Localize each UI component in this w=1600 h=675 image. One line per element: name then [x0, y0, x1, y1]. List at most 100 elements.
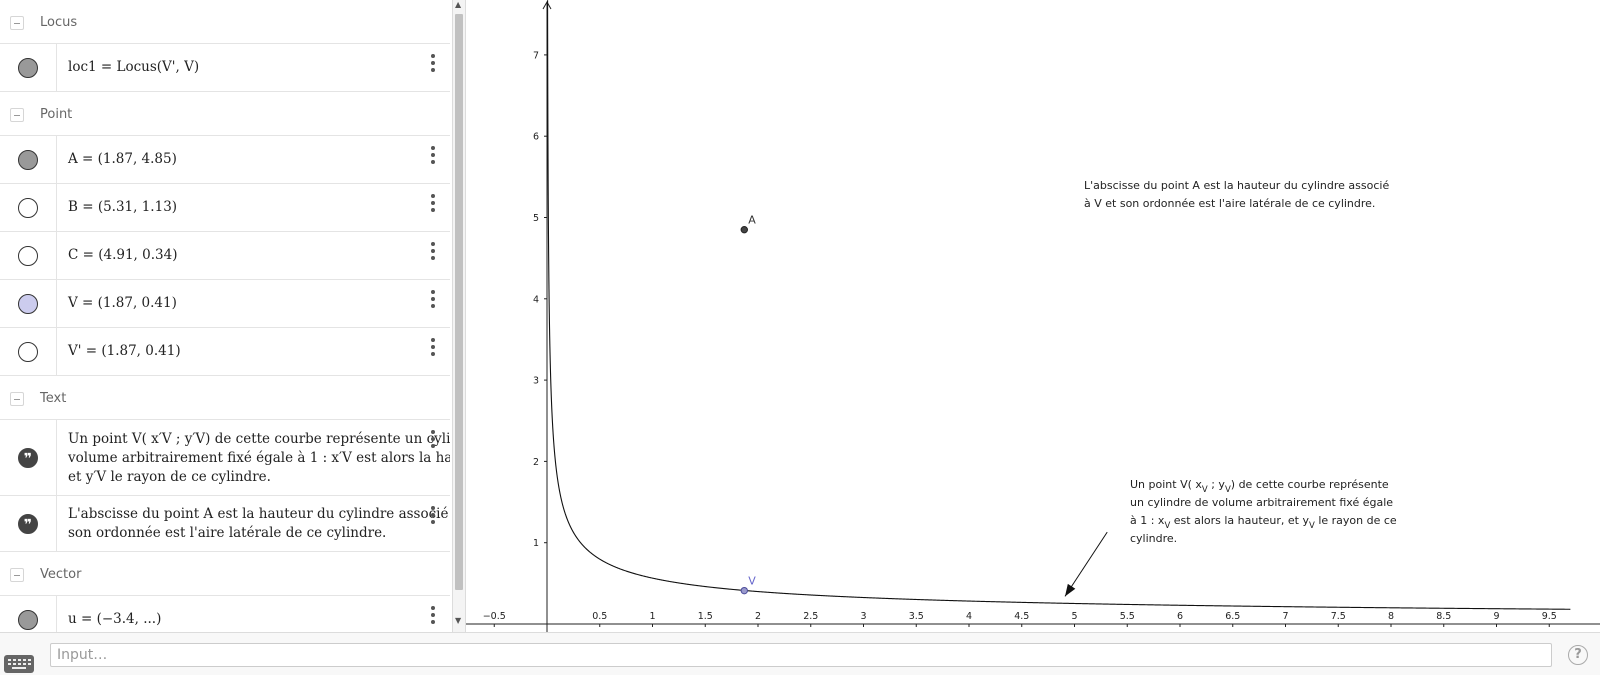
scroll-down-icon[interactable]: ▼	[455, 616, 461, 625]
x-tick-label: 1.5	[698, 611, 713, 622]
visibility-marble[interactable]	[18, 246, 38, 266]
algebra-item-content[interactable]: u = (−3.4, ...)	[68, 610, 161, 629]
more-options-icon[interactable]	[430, 54, 436, 75]
graphics-text-a-line[interactable]: à V et son ordonnée est l'aire latérale …	[1084, 197, 1375, 210]
scroll-thumb[interactable]	[455, 14, 463, 590]
y-tick-label: 4	[533, 294, 539, 305]
text-line: Un point V( x′V ; y′V) de cette courbe r…	[68, 430, 450, 447]
more-options-icon[interactable]	[430, 606, 436, 627]
x-tick-label: 1	[649, 611, 655, 622]
x-tick-label: 2	[755, 611, 761, 622]
marble-cell[interactable]	[0, 232, 57, 279]
algebra-item[interactable]: ❞ Un point V( x′V ; y′V) de cette courbe …	[0, 420, 450, 496]
keyboard-icon[interactable]	[4, 655, 34, 673]
group-header-text[interactable]: Text	[0, 376, 450, 420]
text-segment: ; y	[1208, 478, 1226, 491]
graphics-view[interactable]: −0.5 0.5 1 1.5 2 2.5 3 3.5 4 4.5 5 5.5 6 6.5 7 7.5 8 8.5 9…	[466, 0, 1600, 632]
more-options-icon[interactable]	[430, 430, 436, 451]
graphics-canvas[interactable]: −0.5 0.5 1 1.5 2 2.5 3 3.5 4 4.5 5 5.5 6 6.5 7 7.5 8 8.5 9…	[466, 0, 1600, 632]
algebra-item[interactable]: B = (5.31, 1.13)	[0, 184, 450, 232]
more-options-icon[interactable]	[430, 338, 436, 359]
visibility-marble[interactable]	[18, 294, 38, 314]
algebra-item-content[interactable]: V = (1.87, 0.41)	[68, 294, 177, 313]
graphics-text-b-line3[interactable]: à 1 : xV est alors la hauteur, et yV le …	[1130, 514, 1397, 531]
x-tick-label: 9	[1493, 611, 1499, 622]
x-tick-label: 7	[1282, 611, 1288, 622]
x-tick-label: 2.5	[803, 611, 818, 622]
collapse-icon[interactable]	[10, 108, 24, 122]
more-options-icon[interactable]	[430, 146, 436, 167]
visibility-marble[interactable]	[18, 150, 38, 170]
algebra-item-content[interactable]: B = (5.31, 1.13)	[68, 198, 177, 217]
algebra-item[interactable]: V = (1.87, 0.41)	[0, 280, 450, 328]
vector-arrowhead	[1065, 583, 1076, 597]
text-line: son ordonnée est l'aire latérale de ce c…	[68, 525, 387, 541]
group-header-vector[interactable]: Vector	[0, 552, 450, 596]
point-v[interactable]	[740, 586, 748, 595]
x-tick-label: 3.5	[909, 611, 924, 622]
x-tick-label: 6	[1177, 611, 1183, 622]
algebra-list: Locus loc1 = Locus(V', V) Point A = (1.87, …	[0, 0, 450, 632]
algebra-item-content[interactable]: loc1 = Locus(V', V)	[68, 58, 199, 77]
help-icon[interactable]: ?	[1568, 645, 1588, 665]
more-options-icon[interactable]	[430, 194, 436, 215]
x-tick-label: 5	[1071, 611, 1077, 622]
algebra-item-content[interactable]: A = (1.87, 4.85)	[68, 150, 177, 169]
algebra-item[interactable]: V' = (1.87, 0.41)	[0, 328, 450, 376]
visibility-marble[interactable]	[18, 342, 38, 362]
x-tick-label: 4	[966, 611, 972, 622]
algebra-item[interactable]: u = (−3.4, ...)	[0, 596, 450, 632]
algebra-item[interactable]: C = (4.91, 0.34)	[0, 232, 450, 280]
x-tick-label: 7.5	[1331, 611, 1346, 622]
text-line: L'abscisse du point A est la hauteur du …	[68, 506, 450, 522]
y-tick-label: 3	[533, 376, 539, 387]
scroll-track[interactable]	[455, 4, 463, 616]
group-label: Vector	[40, 567, 82, 582]
algebra-item-content[interactable]: L'abscisse du point A est la hauteur du …	[68, 505, 450, 543]
input-field-box[interactable]	[50, 643, 1552, 667]
more-options-icon[interactable]	[430, 242, 436, 263]
input-field[interactable]	[51, 644, 1551, 666]
visibility-marble[interactable]	[18, 198, 38, 218]
marble-cell[interactable]	[0, 136, 57, 183]
algebra-item-content[interactable]: C = (4.91, 0.34)	[68, 246, 177, 265]
collapse-icon[interactable]	[10, 16, 24, 30]
collapse-icon[interactable]	[10, 392, 24, 406]
marble-cell[interactable]	[0, 596, 57, 632]
quote-icon[interactable]: ❞	[18, 514, 38, 534]
marble-cell[interactable]	[0, 184, 57, 231]
x-tick-label: 0.5	[592, 611, 607, 622]
marble-cell[interactable]	[0, 280, 57, 327]
x-tick-label: 8	[1388, 611, 1394, 622]
algebra-item[interactable]: ❞ L'abscisse du point A est la hauteur du…	[0, 496, 450, 552]
graphics-text-b-line4[interactable]: cylindre.	[1130, 532, 1177, 545]
graphics-text-b-line2[interactable]: un cylindre de volume arbitrairement fix…	[1130, 496, 1393, 509]
graphics-text-a-line[interactable]: L'abscisse du point A est la hauteur du …	[1084, 179, 1389, 192]
more-options-icon[interactable]	[430, 290, 436, 311]
algebra-item[interactable]: A = (1.87, 4.85)	[0, 136, 450, 184]
y-tick-label: 7	[533, 50, 539, 61]
marble-cell[interactable]	[0, 328, 57, 375]
more-options-icon[interactable]	[430, 506, 436, 527]
x-tick-label: −0.5	[483, 611, 506, 622]
group-header-locus[interactable]: Locus	[0, 0, 450, 44]
quote-icon[interactable]: ❞	[18, 448, 38, 468]
algebra-item-content[interactable]: V' = (1.87, 0.41)	[68, 342, 181, 361]
input-bar: ?	[0, 632, 1600, 675]
algebra-item[interactable]: loc1 = Locus(V', V)	[0, 44, 450, 92]
visibility-marble[interactable]	[18, 58, 38, 78]
scroll-up-icon[interactable]: ▲	[455, 0, 461, 9]
group-header-point[interactable]: Point	[0, 92, 450, 136]
marble-cell[interactable]: ❞	[0, 420, 57, 495]
group-label: Locus	[40, 15, 78, 30]
marble-cell[interactable]: ❞	[0, 496, 57, 551]
visibility-marble[interactable]	[18, 610, 38, 630]
y-tick-label: 5	[533, 213, 539, 224]
locus-curve[interactable]	[547, 0, 1571, 610]
algebra-scrollbar[interactable]: ▲ ▼	[452, 0, 466, 632]
marble-cell[interactable]	[0, 44, 57, 91]
collapse-icon[interactable]	[10, 568, 24, 582]
algebra-item-content[interactable]: Un point V( x′V ; y′V) de cette courbe r…	[68, 430, 450, 487]
point-a[interactable]	[740, 225, 748, 234]
graphics-text-b-line1[interactable]: Un point V( xV ; yV) de cette courbe rep…	[1130, 478, 1389, 495]
